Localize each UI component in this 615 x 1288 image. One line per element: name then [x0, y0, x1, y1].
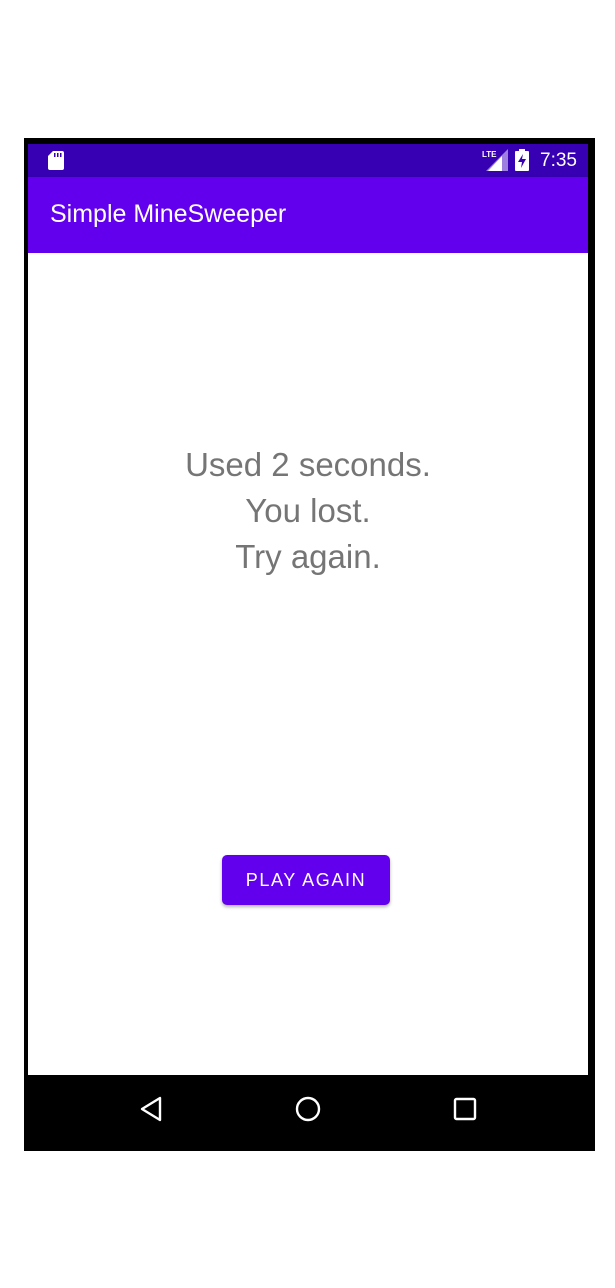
device-frame: LTE 7:35 Simple MineSweeper Used 2 secon…	[24, 138, 595, 1151]
result-message: Used 2 seconds. You lost. Try again.	[28, 442, 588, 580]
home-icon[interactable]	[288, 1089, 328, 1129]
play-again-button[interactable]: PLAY AGAIN	[222, 855, 390, 905]
network-label: LTE	[482, 150, 497, 159]
sd-card-icon	[48, 151, 64, 170]
main-content: Used 2 seconds. You lost. Try again. PLA…	[28, 253, 588, 1075]
battery-charging-icon	[515, 149, 529, 171]
recents-icon[interactable]	[445, 1089, 485, 1129]
status-time: 7:35	[540, 150, 577, 171]
result-prompt-line: Try again.	[235, 538, 381, 575]
status-bar: LTE 7:35	[28, 144, 588, 177]
app-bar: Simple MineSweeper	[28, 177, 588, 253]
result-time-line: Used 2 seconds.	[185, 446, 431, 483]
back-icon[interactable]	[132, 1089, 172, 1129]
navigation-bar	[24, 1075, 595, 1151]
lte-signal-icon: LTE	[482, 149, 508, 171]
result-status-line: You lost.	[245, 492, 371, 529]
app-title: Simple MineSweeper	[50, 200, 287, 228]
